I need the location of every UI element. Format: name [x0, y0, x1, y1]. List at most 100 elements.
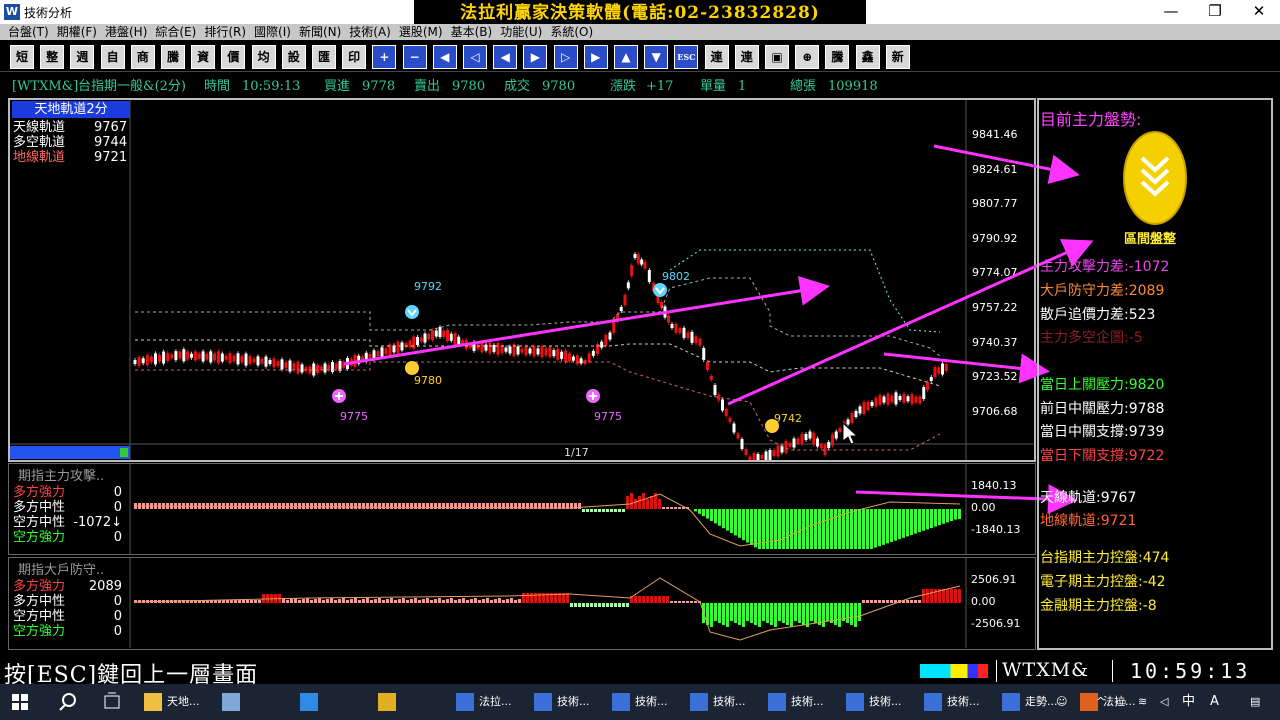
taskbar-item[interactable]: 法拉...: [456, 684, 512, 720]
toolbar-button[interactable]: 整: [40, 45, 65, 69]
chart-icon: [534, 693, 552, 711]
menu-item[interactable]: 系統(O): [550, 25, 593, 39]
app-icon: W: [4, 4, 20, 20]
chart-icon: [846, 693, 864, 711]
total-label: 總張: [790, 79, 817, 94]
ime-indicator[interactable]: 中: [1182, 684, 1195, 720]
toolbar-button[interactable]: 連: [704, 45, 729, 69]
toolbar-button[interactable]: ▶: [583, 45, 608, 69]
toolbar-button[interactable]: 短: [10, 45, 34, 69]
scroll-indicator[interactable]: [10, 446, 130, 459]
taskbar-item[interactable]: 技術...: [690, 684, 746, 720]
taskbar-item[interactable]: 技術...: [924, 684, 980, 720]
toolbar-button[interactable]: ▼: [644, 45, 669, 69]
folder-icon: [144, 693, 162, 711]
price-chart[interactable]: 9792978097759775980297429729: [10, 100, 1034, 460]
taskbar-item-label: 技術...: [557, 695, 590, 708]
toolbar-button[interactable]: 週: [70, 45, 95, 69]
signal-marker: [405, 305, 419, 319]
toolbar-button[interactable]: 自: [100, 45, 125, 69]
toolbar-button[interactable]: −: [402, 45, 427, 69]
search-icon[interactable]: [58, 684, 78, 720]
signal-line: 當日中關支撐:9739: [1040, 424, 1165, 440]
toolbar-button[interactable]: ▣: [765, 45, 789, 69]
signal-line: 當日上關壓力:9820: [1040, 377, 1165, 393]
taskbar-item[interactable]: [378, 684, 401, 720]
toolbar-button[interactable]: 資: [191, 45, 216, 69]
total-value: 109918: [828, 79, 878, 94]
battery-icon[interactable]: ▭: [1116, 684, 1126, 720]
menu-item[interactable]: 國際(I): [254, 25, 291, 39]
toolbar-button[interactable]: 匯: [312, 45, 336, 69]
signal-label: 9792: [414, 280, 442, 293]
volume-icon[interactable]: ◁: [1160, 684, 1168, 720]
taskbar-item[interactable]: 技術...: [534, 684, 590, 720]
toolbar-button[interactable]: 騰: [825, 45, 850, 69]
taskbar-item[interactable]: 技術...: [612, 684, 668, 720]
taskbar-item[interactable]: [300, 684, 323, 720]
restore-button[interactable]: ❐: [1194, 0, 1236, 24]
toolbar-button[interactable]: 連: [734, 45, 759, 69]
menu-item[interactable]: 功能(U): [500, 25, 542, 39]
bid-value: 9778: [362, 79, 396, 94]
menu-item[interactable]: 排行(R): [204, 25, 246, 39]
toolbar-button[interactable]: 均: [251, 45, 276, 69]
toolbar-button[interactable]: 鑫: [855, 45, 880, 69]
quote-bar: [WTXM&] 台指期一般&(2分) 時間 10:59:13 買進 9778 賣…: [8, 77, 1036, 97]
price-axis-label: 9740.37: [972, 335, 1018, 349]
input-mode-indicator[interactable]: A: [1210, 684, 1219, 720]
taskbar-item[interactable]: 技術...: [768, 684, 824, 720]
tray-chevron-icon[interactable]: ^: [1096, 684, 1105, 720]
signal-label: 9802: [662, 270, 690, 283]
toolbar-button[interactable]: ◀: [493, 45, 518, 69]
toolbar-button[interactable]: ◁: [463, 45, 487, 69]
taskbar-item[interactable]: 天地...: [144, 684, 200, 720]
notification-icon[interactable]: ▤: [1250, 684, 1260, 720]
minimize-button[interactable]: —: [1150, 0, 1192, 24]
wifi-icon[interactable]: ≋: [1138, 684, 1147, 720]
orbit-bands: [135, 249, 941, 451]
people-icon[interactable]: ☺: [1056, 684, 1067, 720]
menu-item[interactable]: 台盤(T): [8, 25, 49, 39]
taskbar-item[interactable]: 技術...: [846, 684, 902, 720]
menu-item[interactable]: 綜合(E): [155, 25, 196, 39]
ie-icon: [300, 693, 318, 711]
price-axis-label: 9807.77: [972, 197, 1018, 211]
toolbar-button[interactable]: 價: [221, 45, 246, 69]
menu-item[interactable]: 港盤(H): [105, 25, 147, 39]
chart-icon: [1002, 693, 1020, 711]
toolbar-button[interactable]: ⊕: [795, 45, 820, 69]
toolbar-button[interactable]: 印: [342, 45, 367, 69]
candlestick-series: [133, 252, 948, 460]
brand-banner: 法拉利贏家決策軟體(電話:02-23832828): [414, 0, 866, 24]
price-axis-label: 9757.22: [972, 301, 1018, 314]
menu-item[interactable]: 選股(M): [399, 25, 443, 39]
toolbar-button[interactable]: +: [372, 45, 397, 69]
toolbar-button[interactable]: 商: [130, 45, 155, 69]
toolbar-button[interactable]: ESC: [674, 45, 699, 69]
menu-item[interactable]: 技術(A): [349, 25, 391, 39]
menu-item[interactable]: 期權(F): [57, 25, 97, 39]
monitor-icon: [222, 693, 240, 711]
toolbar-button[interactable]: ▶: [523, 45, 548, 69]
attack-bars: [129, 464, 967, 554]
toolbar-button[interactable]: ▲: [614, 45, 638, 69]
price-axis-label: 9841.46: [972, 128, 1018, 141]
taskbar-item[interactable]: 法拉...: [1080, 684, 1136, 720]
toolbar-button[interactable]: 新: [885, 45, 910, 69]
toolbar-button[interactable]: ▷: [553, 45, 578, 69]
menu-item[interactable]: 基本(B): [451, 25, 493, 39]
taskbar-item[interactable]: [222, 684, 245, 720]
taskbar-item-label: 技術...: [947, 695, 980, 708]
task-view-icon[interactable]: [102, 684, 122, 720]
toolbar-button[interactable]: ◀: [432, 45, 457, 69]
windows-start-icon[interactable]: [10, 684, 30, 720]
taskbar-item[interactable]: 走勢...: [1002, 684, 1058, 720]
price-axis-label: 9723.52: [972, 370, 1018, 384]
close-button[interactable]: ✕: [1238, 0, 1280, 24]
menu-item[interactable]: 新聞(N): [299, 25, 341, 39]
signal-line: 前日中關壓力:9788: [1040, 401, 1165, 417]
taskbar: 天地... 法拉... 技術... 技術... 技術... 技術... 技術... 技術...…: [0, 684, 1280, 720]
toolbar-button[interactable]: 騰: [161, 45, 185, 69]
toolbar-button[interactable]: 設: [281, 45, 306, 69]
